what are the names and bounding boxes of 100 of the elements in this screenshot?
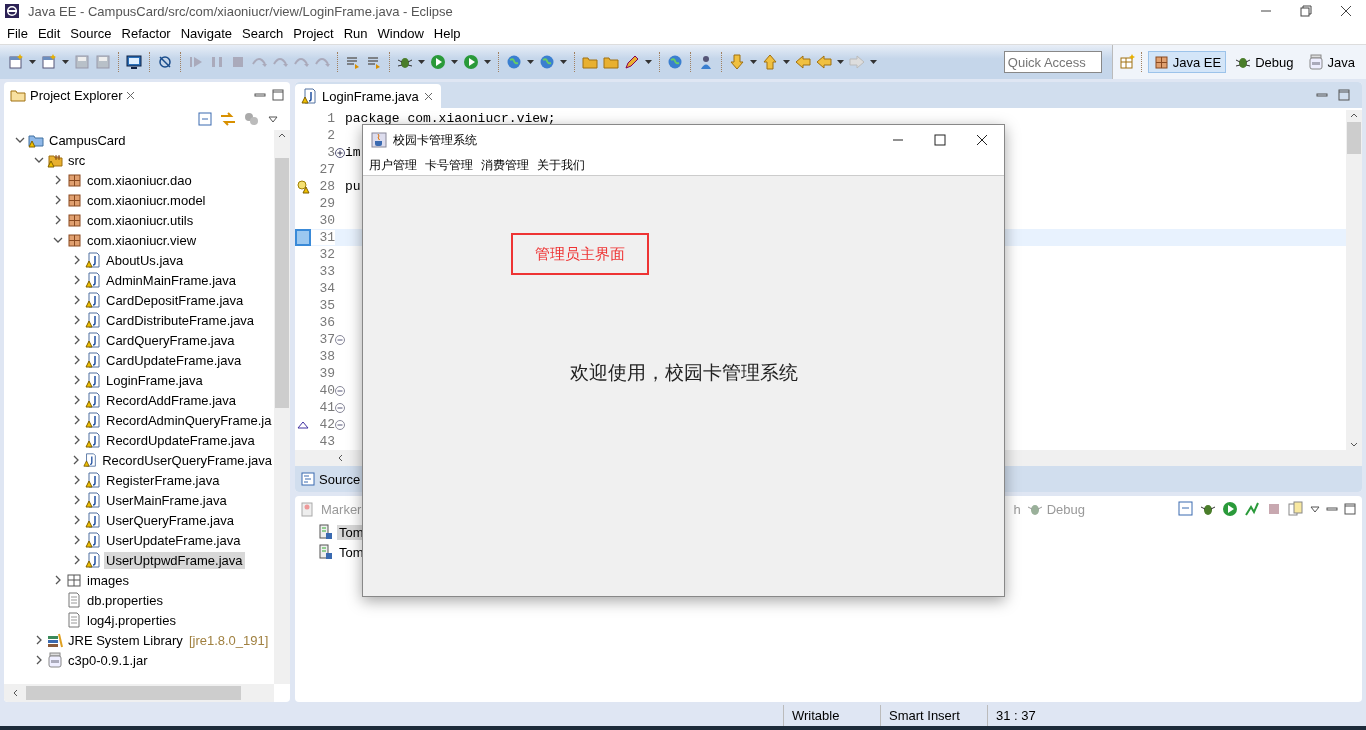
maximize-icon[interactable] [1338,89,1350,101]
caret-icon[interactable] [527,60,534,64]
tree-item[interactable]: JRE System Library [66,631,185,649]
new-document-icon[interactable] [8,54,24,70]
pencil-icon[interactable] [624,54,640,70]
profile-icon[interactable] [1244,501,1260,517]
tree-item[interactable]: RegisterFrame.java [104,471,222,489]
caret-icon[interactable] [750,60,757,64]
restore-icon[interactable] [1300,5,1312,17]
menu-item[interactable]: File [2,25,33,41]
list-icon[interactable] [345,54,361,70]
chevron-right-icon[interactable] [53,575,63,585]
collapse-fold-icon[interactable] [335,385,345,396]
chevron-right-icon[interactable] [34,635,44,645]
run-icon[interactable] [430,54,446,70]
chevron-right-icon[interactable] [72,355,82,365]
menu-item[interactable]: 用户管理 [365,156,421,174]
tree-item[interactable]: c3p0-0.9.1.jar [66,651,150,669]
source-tab[interactable]: Source [319,471,361,487]
chevron-right-icon[interactable] [72,475,82,485]
chevron-right-icon[interactable] [34,655,44,665]
open-perspective-icon[interactable] [1118,54,1135,70]
vertical-scrollbar[interactable] [274,130,290,684]
chevron-right-icon[interactable] [72,515,82,525]
chevron-right-icon[interactable] [72,275,82,285]
tree-item[interactable]: AdminMainFrame.java [104,271,239,289]
close-icon[interactable] [976,134,988,146]
menu-item[interactable]: Help [428,25,466,41]
globe-icon[interactable] [667,54,683,70]
menu-item[interactable]: Window [372,25,429,41]
chevron-right-icon[interactable] [72,255,82,265]
view-tab[interactable]: Project Explorer [30,87,123,103]
arrow-left-icon[interactable] [816,54,832,70]
caret-icon[interactable] [451,60,458,64]
tree-item[interactable]: CardUpdateFrame.java [104,351,244,369]
tree-item[interactable]: RecordUpdateFrame.java [104,431,257,449]
close-icon[interactable] [1340,5,1352,17]
maximize-icon[interactable] [1344,503,1356,515]
scroll-thumb[interactable] [26,686,241,700]
chevron-right-icon[interactable] [53,175,63,185]
tree-item[interactable]: src [66,151,88,169]
globe-icon[interactable] [506,54,522,70]
tree-item[interactable]: log4j.properties [85,611,178,629]
tree-item[interactable]: com.xiaoniucr.model [85,191,208,209]
caret-icon[interactable] [870,60,877,64]
chevron-right-icon[interactable] [72,375,82,385]
chevron-right-icon[interactable] [53,195,63,205]
link-arrows-icon[interactable] [220,112,236,126]
tree-item[interactable]: db.properties [85,591,165,609]
caret-icon[interactable] [62,60,69,64]
chevron-down-icon[interactable] [34,155,44,165]
caret-icon[interactable] [484,60,491,64]
tree-item[interactable]: RecordAddFrame.java [104,391,239,409]
run-icon[interactable] [463,54,479,70]
tree-item[interactable]: UserMainFrame.java [104,491,229,509]
run-icon[interactable] [1222,501,1238,517]
tree-item[interactable]: AboutUs.java [104,251,186,269]
chevron-down-icon[interactable] [15,135,25,145]
view-menu-icon[interactable] [268,115,278,123]
collapse-fold-icon[interactable] [335,402,345,413]
menu-item[interactable]: Run [338,25,373,41]
scroll-thumb[interactable] [275,158,289,408]
tree-item[interactable]: CampusCard [47,131,128,149]
maximize-icon[interactable] [934,134,946,146]
view-menu-icon[interactable] [1310,505,1320,513]
chevron-right-icon[interactable] [72,315,82,325]
menu-item[interactable]: 关于我们 [533,156,589,174]
tree-item[interactable]: CardQueryFrame.java [104,331,237,349]
quick-access-field[interactable]: Quick Access [1003,51,1102,73]
menu-item[interactable]: Navigate [175,25,237,41]
tree-item[interactable]: RecordUserQueryFrame.java [100,451,274,469]
new-document-icon[interactable] [41,54,57,70]
expand-fold-icon[interactable] [335,147,345,158]
scroll-thumb[interactable] [1347,122,1361,154]
menu-item[interactable]: Refactor [116,25,176,41]
caret-icon[interactable] [418,60,425,64]
tree-item[interactable]: images [85,571,131,589]
tree-item[interactable]: CardDistributeFrame.java [104,311,257,329]
tree-item[interactable]: com.xiaoniucr.dao [85,171,194,189]
caret-icon[interactable] [645,60,652,64]
menu-item[interactable]: Edit [32,25,66,41]
list-icon[interactable] [366,54,382,70]
perspective-button[interactable]: Java EE [1147,51,1227,73]
perspective-button[interactable]: Java [1302,51,1360,73]
chevron-right-icon[interactable] [72,495,82,505]
tree-item[interactable]: LoginFrame.java [104,371,205,389]
tree-item[interactable]: UserQueryFrame.java [104,511,236,529]
person-icon[interactable] [698,54,714,70]
chevron-right-icon[interactable] [53,215,63,225]
chevron-right-icon[interactable] [72,555,82,565]
caret-icon[interactable] [837,60,844,64]
tree-item[interactable]: com.xiaoniucr.utils [85,211,196,229]
vertical-scrollbar[interactable] [1346,110,1362,450]
tree-item[interactable]: RecordAdminQueryFrame.ja [104,411,274,429]
globe-icon[interactable] [539,54,555,70]
caret-icon[interactable] [783,60,790,64]
menu-item[interactable]: Search [237,25,289,41]
tree-item[interactable]: UserUptpwdFrame.java [104,551,245,569]
no-link-icon[interactable] [157,54,173,70]
chevron-right-icon[interactable] [72,415,82,425]
